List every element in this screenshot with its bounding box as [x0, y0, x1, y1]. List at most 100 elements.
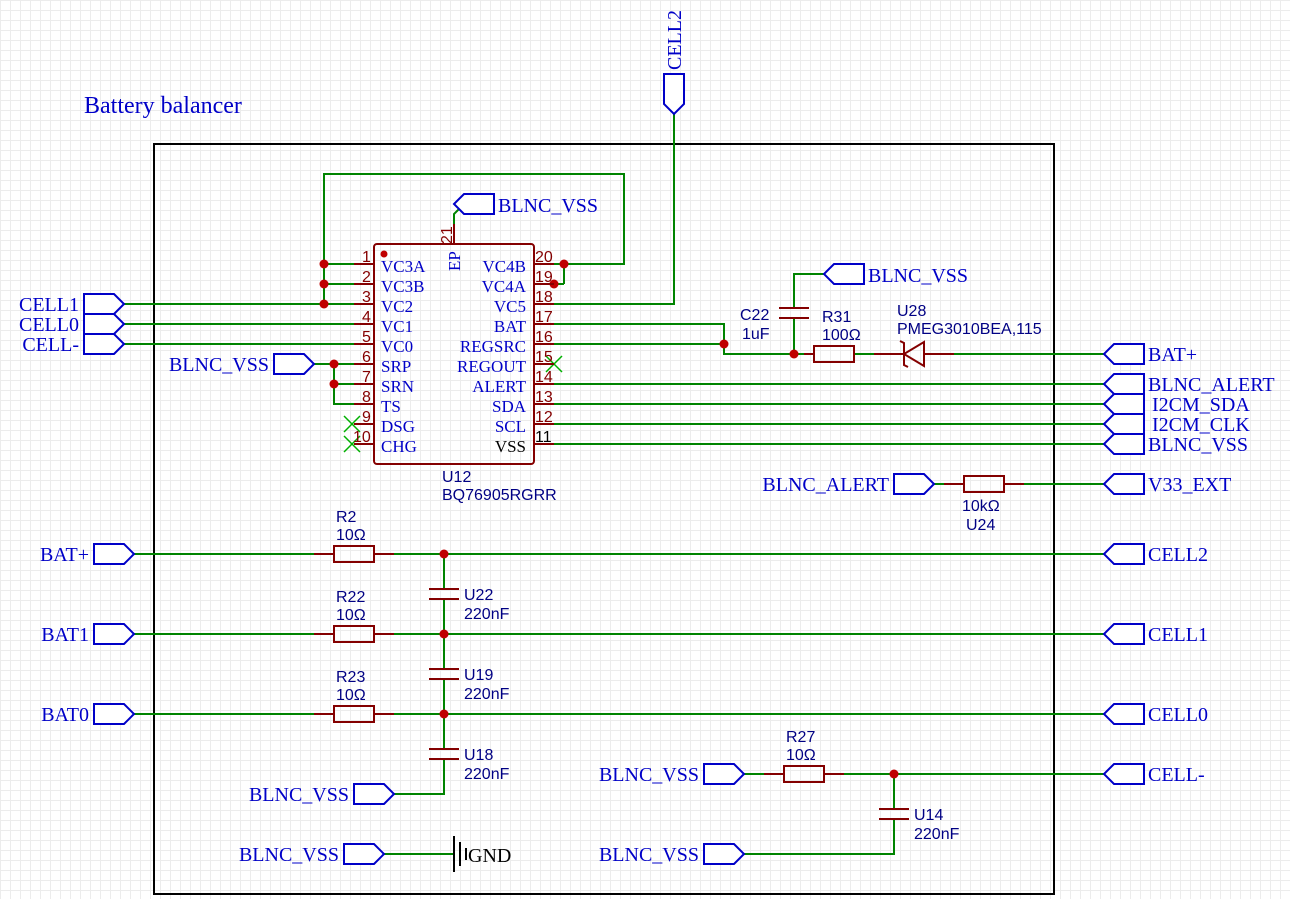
net-label-cell1-in[interactable]: CELL1 — [19, 293, 126, 316]
pin-number: 12 — [535, 409, 553, 426]
net-label-bat-plus-out[interactable]: BAT+ — [1102, 343, 1197, 366]
pin-number: 5 — [362, 329, 371, 346]
pin-name: VC4B — [483, 257, 526, 276]
sheet-title: Battery balancer — [84, 93, 242, 119]
pin-number: 18 — [535, 289, 553, 306]
net-label-blnc-alert-in[interactable]: BLNC_ALERT — [762, 473, 936, 496]
net-label-cell0-in[interactable]: CELL0 — [19, 313, 126, 336]
net-label-bat1-in[interactable]: BAT1 — [41, 623, 136, 646]
pin-name: VSS — [495, 437, 526, 456]
pin-number: 4 — [362, 309, 371, 326]
net-label-text: CELL- — [1148, 764, 1205, 786]
net-label-i2cm-clk[interactable]: I2CM_CLK — [1102, 413, 1250, 436]
resistor-r27[interactable]: R27 10Ω — [764, 729, 844, 783]
net-label-text: BAT1 — [41, 624, 89, 646]
net-label-blnc-vss-u14[interactable]: BLNC_VSS — [599, 843, 746, 866]
capacitor-u18[interactable]: U18 220nF — [429, 747, 510, 783]
u18-ref: U18 — [464, 747, 493, 764]
u28-ref: U28 — [897, 303, 926, 320]
no-connect-markers — [343, 355, 563, 453]
net-label-text: V33_EXT — [1148, 474, 1231, 496]
r23-value: 10Ω — [336, 687, 366, 704]
capacitor-u14[interactable]: U14 220nF — [879, 807, 960, 843]
pin-name: VC4A — [482, 277, 527, 296]
pin-number: 10 — [353, 429, 371, 446]
u19-value: 220nF — [464, 686, 510, 703]
u24-ref: U24 — [966, 517, 995, 534]
resistor-r23[interactable]: R23 10Ω — [314, 669, 394, 723]
u14-value: 220nF — [914, 826, 960, 843]
c22-ref: C22 — [740, 307, 769, 324]
u24-value: 10kΩ — [962, 498, 1000, 515]
r22-ref: R22 — [336, 589, 365, 606]
net-label-text: BLNC_VSS — [498, 195, 598, 217]
net-label-text: BAT0 — [41, 704, 89, 726]
net-label-blnc-vss-out[interactable]: BLNC_VSS — [1102, 433, 1248, 456]
pin-number: 7 — [362, 369, 371, 386]
net-label-text: CELL2 — [664, 10, 686, 70]
net-label-blnc-vss-r27[interactable]: BLNC_VSS — [599, 763, 746, 786]
pin-number: 8 — [362, 389, 371, 406]
r23-ref: R23 — [336, 669, 365, 686]
pin-number: 13 — [535, 389, 553, 406]
net-label-cell1-out[interactable]: CELL1 — [1102, 623, 1208, 646]
pin-name: REGSRC — [460, 337, 526, 356]
ic-ref: U12 — [442, 469, 471, 486]
net-label-blnc-vss-srp[interactable]: BLNC_VSS — [169, 353, 316, 376]
resistor-r2[interactable]: R2 10Ω — [314, 509, 394, 563]
ic-right-pin-names: VC4B VC4A VC5 BAT REGSRC REGOUT ALERT SD… — [457, 257, 527, 456]
net-label-blnc-vss-u18[interactable]: BLNC_VSS — [249, 783, 396, 806]
gnd-symbol[interactable]: GND — [453, 836, 511, 872]
net-label-blnc-alert-out[interactable]: BLNC_ALERT — [1102, 373, 1275, 396]
ic-left-pin-numbers: 1 2 3 4 5 6 7 8 9 10 — [353, 249, 371, 446]
pin-name: DSG — [381, 417, 415, 436]
net-label-text: I2CM_CLK — [1152, 414, 1250, 436]
net-label-blnc-vss-ep[interactable]: BLNC_VSS — [452, 193, 598, 217]
r2-ref: R2 — [336, 509, 357, 526]
net-label-cell2-top[interactable]: CELL2 — [663, 10, 686, 116]
net-label-text: BAT+ — [40, 544, 89, 566]
ic-value: BQ76905RGRR — [442, 487, 557, 504]
net-label-blnc-vss-gnd[interactable]: BLNC_VSS — [239, 843, 386, 866]
pin-name: VC3B — [381, 277, 424, 296]
pin-number: 6 — [362, 349, 371, 366]
net-label-text: BLNC_VSS — [1148, 434, 1248, 456]
pin-name: BAT — [494, 317, 527, 336]
net-label-cell0-out[interactable]: CELL0 — [1102, 703, 1208, 726]
u19-ref: U19 — [464, 667, 493, 684]
capacitor-u19[interactable]: U19 220nF — [429, 667, 510, 703]
pin-number: 11 — [535, 429, 552, 446]
pin-name: VC2 — [381, 297, 413, 316]
net-label-cellm-out[interactable]: CELL- — [1102, 763, 1205, 786]
net-label-v33-ext[interactable]: V33_EXT — [1102, 473, 1231, 496]
net-label-text: CELL1 — [1148, 624, 1208, 646]
net-label-cellm-in[interactable]: CELL- — [22, 333, 126, 356]
net-label-i2cm-sda[interactable]: I2CM_SDA — [1102, 393, 1250, 416]
net-label-blnc-vss-c22[interactable]: BLNC_VSS — [822, 263, 968, 287]
pin-name: VC1 — [381, 317, 413, 336]
diode-u28[interactable]: U28 PMEG3010BEA,115 — [874, 303, 1042, 368]
net-label-bat0-in[interactable]: BAT0 — [41, 703, 136, 726]
u28-value: PMEG3010BEA,115 — [897, 321, 1042, 338]
net-label-text: CELL2 — [1148, 544, 1208, 566]
ic-u12[interactable]: 1 2 3 4 5 6 7 8 9 10 VC3A VC3B VC2 VC1 V… — [353, 224, 557, 504]
resistor-r22[interactable]: R22 10Ω — [314, 589, 394, 643]
pin-name: CHG — [381, 437, 417, 456]
net-label-text: BLNC_ALERT — [1148, 374, 1275, 396]
net-label-cell2-out[interactable]: CELL2 — [1102, 543, 1208, 566]
c22-value: 1uF — [742, 326, 770, 343]
capacitor-c22[interactable]: C22 1uF — [740, 307, 809, 343]
ic-left-pin-names: VC3A VC3B VC2 VC1 VC0 SRP SRN TS DSG CHG — [381, 257, 426, 456]
net-label-text: CELL1 — [19, 294, 79, 316]
net-label-text: BLNC_VSS — [868, 265, 968, 287]
net-label-bat-plus-in[interactable]: BAT+ — [40, 543, 136, 566]
net-label-text: CELL0 — [19, 314, 79, 336]
schematic-sheet: Battery balancer 1 2 3 4 5 6 7 8 9 10 VC… — [0, 0, 1290, 899]
pin-number: 2 — [362, 269, 371, 286]
capacitor-u22[interactable]: U22 220nF — [429, 587, 510, 623]
net-label-text: BLNC_ALERT — [762, 474, 889, 496]
r31-ref: R31 — [822, 309, 851, 326]
pin-number: 17 — [535, 309, 553, 326]
resistor-u24[interactable]: 10kΩ U24 — [944, 475, 1024, 534]
resistor-r31[interactable]: R31 100Ω — [804, 309, 861, 363]
